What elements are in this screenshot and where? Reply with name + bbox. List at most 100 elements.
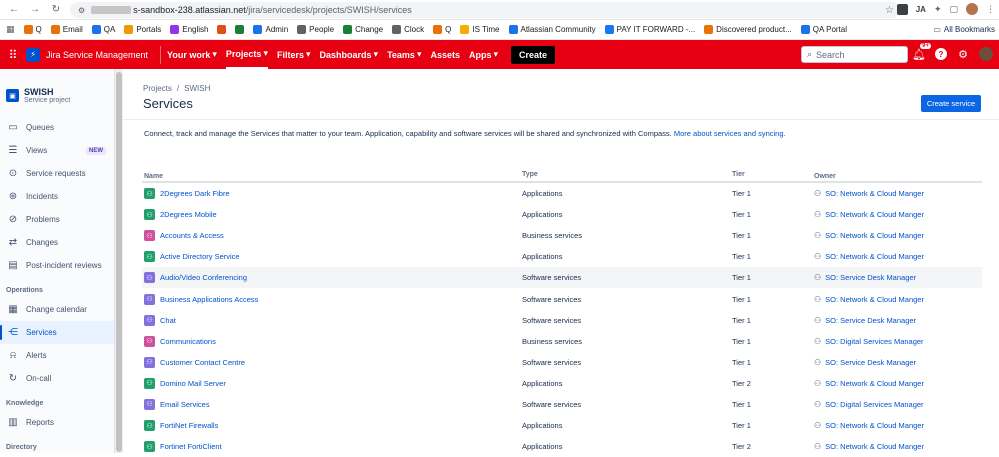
project-header[interactable]: ▣ SWISH Service project (0, 69, 114, 110)
table-row[interactable]: ⚇ 2Degrees Dark Fibre Applications Tier 1 ⚇ S… (142, 183, 982, 204)
bookmark-item[interactable]: Change (343, 25, 383, 34)
bookmark-item[interactable]: English (170, 25, 208, 34)
jsm-logo-icon[interactable]: ⚡ (26, 47, 40, 62)
column-owner[interactable]: Owner (814, 171, 982, 181)
sidebar-item-problems[interactable]: ⊘ Problems (0, 208, 114, 231)
settings-gear-icon[interactable]: ⚙ (956, 48, 970, 61)
service-name-link[interactable]: FortiNet Firewalls (160, 421, 218, 430)
nav-assets[interactable]: Assets (430, 40, 460, 69)
breadcrumb-project[interactable]: SWISH (184, 84, 210, 93)
service-name-link[interactable]: Fortinet FortiClient (160, 442, 222, 451)
breadcrumb-projects[interactable]: Projects (143, 84, 172, 93)
service-name-link[interactable]: Chat (160, 316, 176, 325)
service-name-link[interactable]: 2Degrees Mobile (160, 210, 217, 219)
notifications-icon[interactable]: 🔔︎ 9+ (912, 42, 931, 61)
profile-avatar[interactable] (966, 3, 978, 15)
bookmark-item[interactable]: PAY IT FORWARD -... (604, 25, 695, 34)
column-name[interactable]: Name (142, 171, 522, 181)
owner-link[interactable]: SO: Service Desk Manager (825, 358, 916, 367)
service-name-link[interactable]: Accounts & Access (160, 231, 224, 240)
bookmark-item[interactable]: Email (50, 25, 83, 34)
sidebar-item-services[interactable]: ⋲ Services (0, 321, 114, 344)
sidebar-item-service-requests[interactable]: ⊙ Service requests (0, 162, 114, 185)
reload-icon[interactable]: ↻ (50, 4, 62, 15)
bookmark-item[interactable]: QA Portal (800, 25, 847, 34)
owner-link[interactable]: SO: Service Desk Manager (825, 316, 916, 325)
bookmark-item[interactable]: Admin (253, 25, 288, 34)
table-row[interactable]: ⚇ 2Degrees Mobile Applications Tier 1 ⚇ SO: N… (142, 204, 982, 225)
site-info-icon[interactable]: ⚙ (78, 6, 85, 15)
table-row[interactable]: ⚇ Customer Contact Centre Software service… (142, 352, 982, 373)
owner-link[interactable]: SO: Network & Cloud Manger (825, 189, 924, 198)
owner-link[interactable]: SO: Network & Cloud Manger (825, 210, 924, 219)
help-icon[interactable]: ? (935, 48, 947, 60)
owner-link[interactable]: SO: Network & Cloud Manger (825, 231, 924, 240)
back-icon[interactable]: ← (8, 4, 20, 15)
bookmark-star-icon[interactable]: ☆ (885, 5, 894, 16)
owner-link[interactable]: SO: Network & Cloud Manger (825, 421, 924, 430)
column-type[interactable]: Type (522, 171, 732, 181)
address-bar[interactable]: ⚙ s-sandbox-238.atlassian.net/jira/servi… (70, 2, 900, 18)
owner-link[interactable]: SO: Network & Cloud Manger (825, 295, 924, 304)
tab-search-icon[interactable]: ▢ (949, 4, 958, 15)
extension-ja-icon[interactable]: JA (916, 5, 926, 14)
service-name-link[interactable]: Customer Contact Centre (160, 358, 245, 367)
owner-link[interactable]: SO: Network & Cloud Manger (825, 252, 924, 261)
service-name-link[interactable]: Active Directory Service (160, 252, 240, 261)
nav-projects[interactable]: Projects ▾ (225, 40, 268, 69)
service-name-link[interactable]: 2Degrees Dark Fibre (160, 189, 230, 198)
extension-icon[interactable] (896, 3, 908, 15)
bookmark-item[interactable]: Portals (124, 25, 161, 34)
owner-link[interactable]: SO: Network & Cloud Manger (825, 442, 924, 451)
search-input[interactable]: ⌕ Search (801, 46, 908, 63)
menu-kebab-icon[interactable]: ⋮ (986, 4, 995, 15)
table-row[interactable]: ⚇ Accounts & Access Business services Tier … (142, 225, 982, 246)
app-switcher-icon[interactable]: ⠿ (2, 48, 24, 62)
table-row[interactable]: ⚇ Email Services Software services Tier 1 ⚇ S… (142, 394, 982, 415)
column-tier[interactable]: Tier (732, 171, 814, 181)
table-row[interactable]: ⚇ Domino Mail Server Applications Tier 2 ⚇ SO… (142, 373, 982, 394)
extensions-puzzle-icon[interactable]: ✦ (934, 4, 942, 15)
bookmark-item[interactable]: Q (433, 25, 451, 34)
forward-icon[interactable]: → (29, 4, 41, 15)
services-syncing-link[interactable]: More about services and syncing. (674, 129, 786, 138)
owner-link[interactable]: SO: Network & Cloud Manger (825, 379, 924, 388)
bookmark-item[interactable] (235, 25, 245, 34)
nav-apps[interactable]: Apps ▾ (469, 40, 498, 69)
sidebar-item-alerts[interactable]: ⍾ Alerts (0, 344, 114, 367)
sidebar-scrollbar-thumb[interactable] (116, 72, 122, 452)
nav-teams[interactable]: Teams ▾ (387, 40, 421, 69)
sidebar-item-queues[interactable]: ▭ Queues (0, 116, 114, 139)
sidebar-item-changes[interactable]: ⇄ Changes (0, 231, 114, 254)
sidebar-item-post-incident-reviews[interactable]: ▤ Post-incident reviews (0, 254, 114, 277)
bookmark-item[interactable]: People (297, 25, 334, 34)
table-row[interactable]: ⚇ Business Applications Access Software se… (142, 288, 982, 309)
owner-link[interactable]: SO: Service Desk Manager (825, 273, 916, 282)
bookmark-item[interactable] (217, 25, 227, 34)
table-row[interactable]: ⚇ FortiNet Firewalls Applications Tier 1 ⚇ SO… (142, 415, 982, 436)
bookmark-item[interactable]: QA (91, 25, 115, 34)
owner-link[interactable]: SO: Digital Services Manager (825, 400, 923, 409)
sidebar-item-reports[interactable]: ▥ Reports (0, 411, 114, 434)
bookmark-item[interactable]: Q (23, 25, 42, 34)
table-row[interactable]: ⚇ Communications Business services Tier 1 ⚇ S… (142, 331, 982, 352)
apps-grid-icon[interactable]: ▦ (6, 24, 15, 35)
product-name[interactable]: Jira Service Management (46, 50, 148, 60)
service-name-link[interactable]: Domino Mail Server (160, 379, 226, 388)
nav-your-work[interactable]: Your work ▾ (167, 40, 217, 69)
service-name-link[interactable]: Communications (160, 337, 216, 346)
bookmark-item[interactable]: Discovered product... (704, 25, 792, 34)
user-avatar[interactable] (979, 47, 993, 61)
bookmark-item[interactable]: IS Time (460, 25, 500, 34)
service-name-link[interactable]: Audio/Video Conferencing (160, 273, 247, 282)
sidebar-item-incidents[interactable]: ⊛ Incidents (0, 185, 114, 208)
create-button[interactable]: Create (511, 45, 556, 64)
table-row[interactable]: ⚇ Fortinet FortiClient Applications Tier 2 ⚇… (142, 436, 982, 457)
table-row[interactable]: ⚇ Chat Software services Tier 1 ⚇ SO: Service… (142, 310, 982, 331)
sidebar-item-change-calendar[interactable]: ▦ Change calendar (0, 298, 114, 321)
sidebar-item-views[interactable]: ☰ Views NEW (0, 139, 114, 162)
table-row[interactable]: ⚇ Audio/Video Conferencing Software servic… (142, 267, 982, 289)
bookmark-item[interactable]: Atlassian Community (508, 25, 596, 34)
nav-dashboards[interactable]: Dashboards ▾ (320, 40, 379, 69)
table-row[interactable]: ⚇ Active Directory Service Applications Tie… (142, 246, 982, 267)
